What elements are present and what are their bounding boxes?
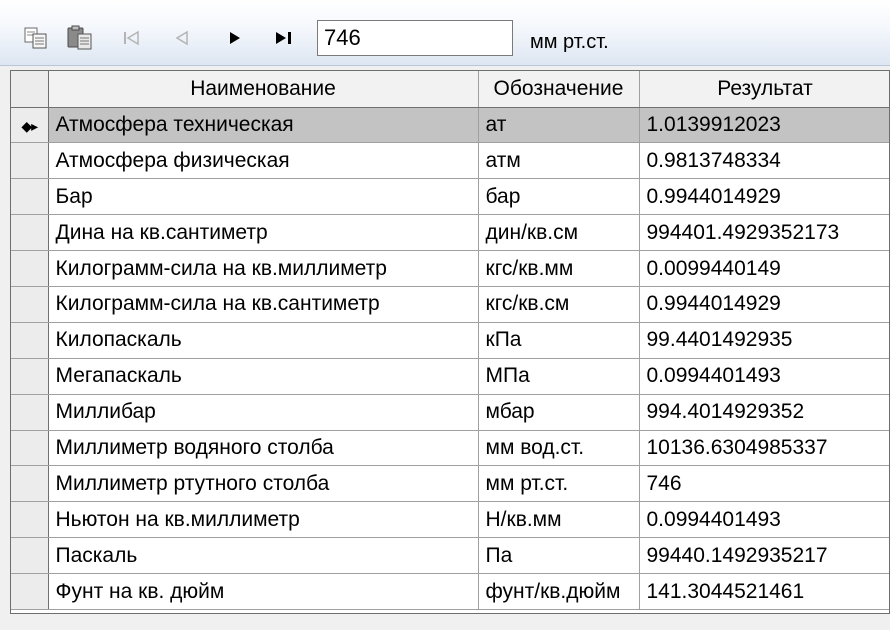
row-indicator[interactable] — [11, 430, 49, 467]
cell-name[interactable]: Атмосфера техническая — [48, 107, 479, 144]
row-indicator[interactable] — [11, 214, 49, 252]
column-header-result[interactable]: Результат — [639, 71, 889, 108]
table-row[interactable]: Миллиметр ртутного столба мм рт.ст. 746 — [11, 465, 889, 503]
cell-result[interactable]: 0.0994401493 — [639, 501, 889, 539]
row-indicator[interactable] — [11, 394, 49, 431]
row-indicator[interactable] — [11, 358, 49, 395]
cell-result[interactable]: 0.0994401493 — [639, 358, 889, 395]
next-record-button[interactable] — [220, 24, 248, 52]
cell-result[interactable]: 994401.4929352173 — [639, 214, 889, 252]
cell-result[interactable]: 141.3044521461 — [639, 573, 889, 610]
last-record-icon — [272, 29, 296, 47]
cell-name[interactable]: Ньютон на кв.миллиметр — [48, 501, 479, 539]
cell-name[interactable]: Миллиметр ртутного столба — [48, 465, 479, 503]
cell-name[interactable]: Миллиметр водяного столба — [48, 430, 479, 467]
column-header-name[interactable]: Наименование — [48, 71, 479, 108]
cell-symbol[interactable]: кгс/кв.см — [478, 286, 640, 323]
table-row[interactable]: Паскаль Па 99440.1492935217 — [11, 537, 889, 575]
cell-name[interactable]: Миллибар — [48, 394, 479, 431]
row-indicator[interactable] — [11, 250, 49, 287]
table-row[interactable]: Ньютон на кв.миллиметр Н/кв.мм 0.099440149… — [11, 501, 889, 539]
cell-symbol[interactable]: мбар — [478, 394, 640, 431]
cell-symbol[interactable]: МПа — [478, 358, 640, 395]
paste-button[interactable] — [66, 24, 94, 52]
cell-symbol[interactable]: Па — [478, 537, 640, 575]
copy-icon — [23, 26, 49, 50]
cell-symbol[interactable]: кПа — [478, 322, 640, 359]
column-header-symbol[interactable]: Обозначение — [478, 71, 640, 108]
cell-result[interactable]: 994.4014929352 — [639, 394, 889, 431]
row-indicator[interactable] — [11, 573, 49, 610]
cell-symbol[interactable]: атм — [478, 142, 640, 180]
row-indicator[interactable] — [11, 142, 49, 180]
cell-name[interactable]: Килограмм-сила на кв.сантиметр — [48, 286, 479, 323]
current-row-pointer-icon: ◆▸ — [21, 117, 38, 134]
cell-result[interactable]: 746 — [639, 465, 889, 503]
cell-symbol[interactable]: ат — [478, 107, 640, 144]
row-indicator[interactable] — [11, 501, 49, 539]
indicator-header — [11, 71, 49, 108]
cell-result[interactable]: 0.9944014929 — [639, 178, 889, 216]
table-row[interactable]: Килограмм-сила на кв.миллиметр кгс/кв.мм 0… — [11, 250, 889, 287]
table-row[interactable]: ◆▸ Атмосфера техническая ат 1.0139912023 — [11, 107, 889, 144]
cell-symbol[interactable]: дин/кв.см — [478, 214, 640, 252]
results-grid: Наименование Обозначение Результат ◆▸ Атм… — [10, 70, 890, 614]
table-row[interactable]: Дина на кв.сантиметр дин/кв.см 994401.4929… — [11, 214, 889, 252]
cell-name[interactable]: Килограмм-сила на кв.миллиметр — [48, 250, 479, 287]
pressure-value-input[interactable] — [317, 20, 513, 56]
row-indicator[interactable] — [11, 537, 49, 575]
cell-name[interactable]: Мегапаскаль — [48, 358, 479, 395]
cell-result[interactable]: 99.4401492935 — [639, 322, 889, 359]
toolbar: мм рт.ст. — [0, 0, 890, 66]
last-record-button[interactable] — [270, 24, 298, 52]
table-row[interactable]: Фунт на кв. дюйм фунт/кв.дюйм 141.30445214… — [11, 573, 889, 610]
prior-record-icon — [171, 29, 193, 47]
unit-label: мм рт.ст. — [530, 31, 609, 53]
results-table: Наименование Обозначение Результат ◆▸ Атм… — [11, 71, 889, 610]
cell-name[interactable]: Бар — [48, 178, 479, 216]
row-indicator[interactable] — [11, 322, 49, 359]
cell-name[interactable]: Дина на кв.сантиметр — [48, 214, 479, 252]
paste-icon — [66, 25, 94, 51]
first-record-icon — [121, 29, 143, 47]
cell-symbol[interactable]: мм вод.ст. — [478, 430, 640, 467]
cell-symbol[interactable]: Н/кв.мм — [478, 501, 640, 539]
cell-result[interactable]: 99440.1492935217 — [639, 537, 889, 575]
next-record-icon — [223, 29, 245, 47]
cell-name[interactable]: Килопаскаль — [48, 322, 479, 359]
prior-record-button[interactable] — [168, 24, 196, 52]
cell-result[interactable]: 0.9944014929 — [639, 286, 889, 323]
first-record-button[interactable] — [118, 24, 146, 52]
row-indicator[interactable] — [11, 465, 49, 503]
table-row[interactable]: Миллибар мбар 994.4014929352 — [11, 394, 889, 431]
cell-name[interactable]: Паскаль — [48, 537, 479, 575]
header-row: Наименование Обозначение Результат — [11, 71, 889, 108]
cell-symbol[interactable]: фунт/кв.дюйм — [478, 573, 640, 610]
cell-name[interactable]: Атмосфера физическая — [48, 142, 479, 180]
table-row[interactable]: Бар бар 0.9944014929 — [11, 178, 889, 216]
cell-symbol[interactable]: мм рт.ст. — [478, 465, 640, 503]
row-indicator[interactable] — [11, 286, 49, 323]
table-row[interactable]: Килограмм-сила на кв.сантиметр кгс/кв.см 0… — [11, 286, 889, 323]
cell-symbol[interactable]: бар — [478, 178, 640, 216]
table-row[interactable]: Килопаскаль кПа 99.4401492935 — [11, 322, 889, 359]
cell-result[interactable]: 0.0099440149 — [639, 250, 889, 287]
row-indicator[interactable]: ◆▸ — [11, 107, 49, 144]
copy-button[interactable] — [22, 24, 50, 52]
grid-bottom-area — [10, 614, 890, 630]
table-row[interactable]: Атмосфера физическая атм 0.9813748334 — [11, 142, 889, 180]
cell-result[interactable]: 0.9813748334 — [639, 142, 889, 180]
cell-result[interactable]: 1.0139912023 — [639, 107, 889, 144]
table-row[interactable]: Миллиметр водяного столба мм вод.ст. 10136… — [11, 430, 889, 467]
cell-name[interactable]: Фунт на кв. дюйм — [48, 573, 479, 610]
cell-symbol[interactable]: кгс/кв.мм — [478, 250, 640, 287]
table-row[interactable]: Мегапаскаль МПа 0.0994401493 — [11, 358, 889, 395]
row-indicator[interactable] — [11, 178, 49, 216]
cell-result[interactable]: 10136.6304985337 — [639, 430, 889, 467]
